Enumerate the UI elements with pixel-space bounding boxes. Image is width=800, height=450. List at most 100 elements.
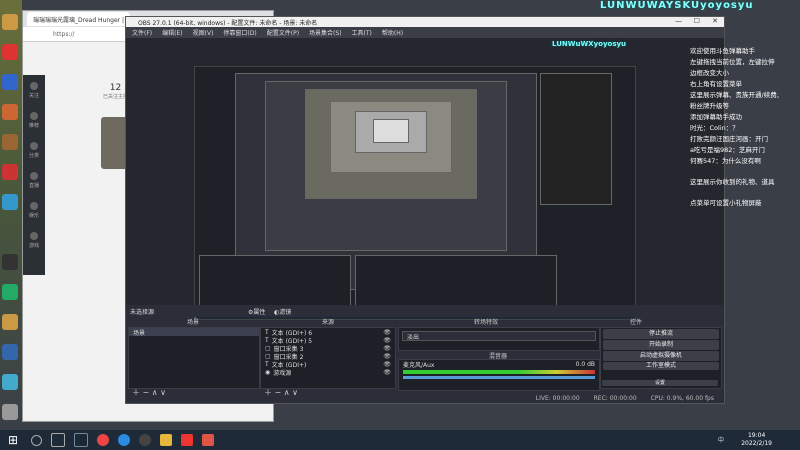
desktop-app-icon[interactable] [2, 374, 18, 390]
desktop-app-icon[interactable] [2, 194, 18, 210]
close-icon[interactable]: ✕ [712, 17, 718, 25]
task-view-icon[interactable] [51, 433, 65, 447]
obs-titlebar: OBS 27.0.1 (64-bit, windows) - 配置文件: 未命名… [126, 17, 724, 27]
chat-line: 时光：Colin：？ [690, 124, 739, 132]
input-language[interactable]: 中 [718, 435, 724, 444]
desktop-app-icon[interactable] [2, 404, 18, 420]
edge-icon[interactable] [118, 434, 130, 446]
scene-item[interactable]: 场景 [129, 328, 259, 337]
chat-line: 粉丝牌升级等 [690, 102, 729, 110]
game-source-icon: ◉ [265, 368, 271, 376]
menu-tools[interactable]: 工具(T) [352, 28, 372, 37]
menu-view[interactable]: 视图(V) [193, 28, 214, 37]
windows-start-icon[interactable]: ⊞ [8, 433, 22, 447]
controls-dock-title: 控件 [629, 319, 642, 326]
chat-line: 右上角有设置菜单 [690, 80, 742, 88]
desktop-app-icon[interactable] [2, 164, 18, 180]
app-icon[interactable] [202, 434, 214, 446]
transitions-dock-title: 转场特效 [473, 319, 498, 326]
sidebar-item[interactable]: 关注 [23, 75, 45, 105]
eye-icon[interactable]: 👁 [383, 369, 395, 376]
circle-icon [30, 171, 38, 180]
filters-button[interactable]: ◐滤镜 [274, 307, 291, 316]
desktop-app-icon[interactable] [2, 104, 18, 120]
sidebar-item[interactable]: 推荐 [23, 105, 45, 135]
menu-profile[interactable]: 配置文件(P) [267, 28, 299, 37]
minimize-icon[interactable]: — [675, 17, 682, 25]
controls-panel-lower: 设置 [600, 379, 720, 387]
stop-streaming-button[interactable]: 停止推流 [603, 329, 719, 339]
preview-canvas[interactable] [194, 66, 636, 320]
menu-docks[interactable]: 停靠窗口(D) [223, 28, 256, 37]
eye-icon[interactable]: 👁 [383, 329, 395, 336]
music-icon[interactable] [181, 434, 193, 446]
desktop-app-icon[interactable] [2, 284, 18, 300]
text-source-icon: T [265, 360, 269, 368]
obs-menubar: 文件(F) 编辑(E) 视图(V) 停靠窗口(D) 配置文件(P) 场景集合(S… [126, 27, 724, 38]
sidebar-item[interactable]: 分类 [23, 135, 45, 165]
mixer-dock-title: 混音器 [488, 353, 507, 360]
chat-line: 打败完颜汪国庄河画：开门 [690, 135, 768, 143]
browser-icon[interactable] [97, 434, 109, 446]
eye-icon[interactable]: 👁 [383, 337, 395, 344]
browser-tab[interactable]: 瑞瑞瑞瑞光露璃_Dread Hunger | [27, 12, 131, 26]
eye-icon[interactable]: 👁 [383, 353, 395, 360]
maximize-icon[interactable]: ☐ [694, 17, 700, 25]
nested-chat-overlay [540, 73, 612, 205]
windows-taskbar: ⊞ 中 19:04 2022/2/19 [0, 430, 800, 450]
eye-icon[interactable]: 👁 [383, 345, 395, 352]
no-source-label: 未选择源 [130, 309, 155, 316]
chat-line: a吃亏是福982：芝麻开门 [690, 146, 765, 154]
window-title: OBS 27.0.1 (64-bit, windows) - 配置文件: 未命名… [138, 19, 318, 27]
studio-mode-button[interactable]: 工作室模式 [603, 362, 719, 370]
search-icon[interactable] [31, 434, 42, 446]
source-item[interactable]: ◉ 游戏源 👁 [261, 368, 395, 377]
desktop-app-icon[interactable] [2, 74, 18, 90]
properties-button[interactable]: ⚙属性 [248, 307, 265, 316]
mixer-channel: 麦克风/Aux 0.0 dB [403, 360, 595, 369]
menu-file[interactable]: 文件(F) [132, 28, 152, 37]
streamer-name-overlay-small: LUNWuWXyoyosyu [552, 40, 627, 48]
scenes-panel: 场景 [128, 327, 260, 389]
mixer-panel: 麦克风/Aux 0.0 dB [398, 359, 600, 391]
sidebar-item[interactable]: 直播 [23, 165, 45, 195]
system-clock[interactable]: 19:04 2022/2/19 [741, 432, 772, 448]
scenes-dock-title: 场景 [186, 319, 199, 326]
menu-edit[interactable]: 编辑(E) [162, 28, 182, 37]
browser-address-text: https:// [53, 30, 75, 38]
menu-scene-collection[interactable]: 场景集合(S) [309, 28, 342, 37]
chat-line: 边框改变大小 [690, 69, 729, 77]
rec-status: REC: 00:00:00 [593, 394, 637, 402]
settings-button[interactable]: 设置 [602, 380, 718, 386]
desktop-app-icon[interactable] [2, 134, 18, 150]
danmaku-chat-overlay[interactable]: 欢迎使用斗鱼弹幕助手 左键拖拽当前位置，左键拉伸 边框改变大小 右上角有设置菜单… [690, 46, 800, 236]
volume-slider[interactable] [403, 376, 595, 379]
files-icon[interactable] [160, 434, 172, 446]
start-virtual-camera-button[interactable]: 启动虚拟摄像机 [603, 351, 719, 361]
desktop-app-icon[interactable] [2, 44, 18, 60]
chat-line: 这里展示弹幕、贵族开通/续费、 [690, 91, 784, 99]
desktop-app-icon[interactable] [2, 344, 18, 360]
chat-line: 欢迎使用斗鱼弹幕助手 [690, 47, 755, 55]
steam-icon[interactable] [74, 433, 88, 447]
sidebar-item[interactable]: 游戏 [23, 225, 45, 255]
text-source-icon: T [265, 336, 269, 344]
preview-area[interactable] [126, 38, 724, 320]
desktop-app-icon[interactable] [2, 254, 18, 270]
eye-icon[interactable]: 👁 [383, 361, 395, 368]
sources-dock-title: 来源 [321, 319, 334, 326]
browser-sidebar: 关注 推荐 分类 直播 娱乐 游戏 [23, 75, 45, 275]
menu-help[interactable]: 帮助(H) [382, 28, 403, 37]
window-source-icon: ▢ [265, 344, 271, 352]
sidebar-item[interactable]: 娱乐 [23, 195, 45, 225]
desktop-app-icon[interactable] [2, 14, 18, 30]
transition-select[interactable]: 淡出 [402, 331, 596, 341]
desktop-app-icon[interactable] [2, 314, 18, 330]
cpu-status: CPU: 0.9%, 60.00 fps [650, 394, 714, 402]
circle-icon [30, 201, 38, 210]
start-recording-button[interactable]: 开始录制 [603, 340, 719, 350]
live-status: LIVE: 00:00:00 [535, 394, 580, 402]
obs-icon[interactable] [139, 434, 151, 446]
source-toolbar: 未选择源 ⚙属性 ◐滤镜 [126, 305, 724, 317]
obs-statusbar: LIVE: 00:00:00 REC: 00:00:00 CPU: 0.9%, … [126, 393, 724, 403]
